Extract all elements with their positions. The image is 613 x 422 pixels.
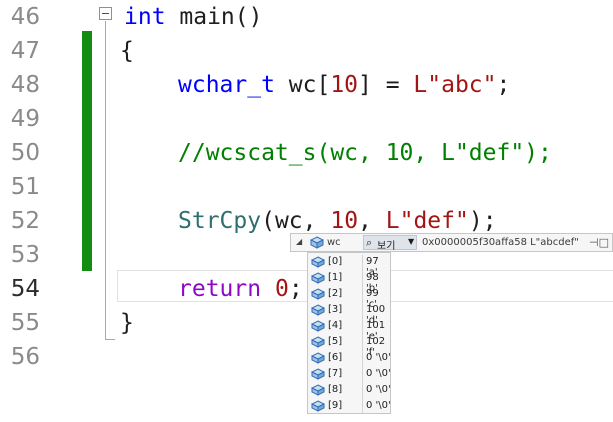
code-line[interactable]: 48 wchar_t wc[10] = L"abc"; <box>0 68 613 102</box>
item-index: [3] <box>328 304 343 315</box>
visualizer-button[interactable]: ⌕ 보기 ▼ <box>363 235 417 252</box>
code-token: ; <box>288 276 303 302</box>
item-index: [0] <box>328 256 343 267</box>
search-icon: ⌕ <box>366 236 373 249</box>
code-text[interactable]: wchar_t wc[10] = L"abc"; <box>178 68 510 102</box>
line-number: 48 <box>10 72 40 98</box>
item-index: [8] <box>328 384 343 395</box>
item-value[interactable]: 0 '\0' <box>366 352 391 363</box>
variable-icon <box>310 236 324 249</box>
datatip-header[interactable]: ◢ wc ⌕ 보기 ▼ 0x0000005f30affa58 L"abcdef"… <box>290 233 613 252</box>
variable-icon <box>311 288 325 300</box>
datatip-item[interactable]: [4] 101 'e' <box>308 318 392 342</box>
item-value[interactable]: 0 '\0' <box>366 400 391 411</box>
item-value[interactable]: 0 '\0' <box>366 384 391 395</box>
code-text[interactable]: //wcscat_s(wc, 10, L"def"); <box>178 136 552 170</box>
code-token: 10 <box>330 208 359 234</box>
variable-icon <box>311 336 325 348</box>
code-line[interactable]: 50 //wcscat_s(wc, 10, L"def"); <box>0 136 613 170</box>
datatip-item[interactable]: [7] 0 '\0' <box>308 366 392 382</box>
code-text[interactable]: return 0; <box>178 272 303 306</box>
code-token: ); <box>468 208 497 234</box>
code-token: StrCpy <box>178 208 262 234</box>
code-token: , <box>358 208 386 234</box>
item-index: [6] <box>328 352 343 363</box>
line-number: 52 <box>10 208 40 234</box>
line-number: 50 <box>10 140 40 166</box>
code-token: 10 <box>330 72 359 98</box>
line-number: 47 <box>10 38 40 64</box>
code-token: wc[ <box>274 72 331 98</box>
line-number: 51 <box>10 174 40 200</box>
code-token: return <box>178 276 262 302</box>
code-token: L"def" <box>385 208 469 234</box>
code-line[interactable]: 46 int main() <box>0 0 613 34</box>
code-token: //wcscat_s(wc, 10, L"def"); <box>178 140 552 166</box>
collapse-expander-icon[interactable]: ◢ <box>296 237 302 246</box>
variable-icon <box>311 352 325 364</box>
code-text[interactable]: } <box>120 306 134 340</box>
line-number: 49 <box>10 106 40 132</box>
code-token: (wc, <box>261 208 331 234</box>
code-line[interactable]: 51 <box>0 170 613 204</box>
variable-value[interactable]: 0x0000005f30affa58 L"abcdef" <box>422 237 579 248</box>
code-text[interactable]: { <box>120 34 134 68</box>
variable-icon <box>311 256 325 268</box>
line-number: 54 <box>10 276 40 302</box>
datatip-item[interactable]: [6] 0 '\0' <box>308 350 392 366</box>
datatip-item[interactable]: [9] 0 '\0' <box>308 398 392 414</box>
line-number: 55 <box>10 310 40 336</box>
code-token: main() <box>165 4 263 30</box>
chevron-down-icon[interactable]: ▼ <box>408 237 414 246</box>
line-number: 56 <box>10 344 40 370</box>
item-index: [5] <box>328 336 343 347</box>
code-token: ; <box>496 72 511 98</box>
item-value[interactable]: 0 '\0' <box>366 368 391 379</box>
code-token: int <box>124 4 166 30</box>
datatip-item[interactable]: [2] 99 'c' <box>308 286 392 310</box>
variable-icon <box>311 304 325 316</box>
code-token: 0 <box>274 276 289 302</box>
visualizer-label: 보기 <box>377 241 396 252</box>
variable-icon <box>311 384 325 396</box>
code-token: wchar_t <box>178 72 275 98</box>
item-index: [4] <box>328 320 343 331</box>
code-token: L"abc" <box>413 72 497 98</box>
code-token: } <box>120 310 134 336</box>
datatip-item[interactable]: [8] 0 '\0' <box>308 382 392 398</box>
code-text[interactable]: int main() <box>124 0 262 34</box>
datatip-item[interactable]: [0] 97 'a' <box>308 254 392 278</box>
line-number: 46 <box>10 4 40 30</box>
variable-icon <box>311 320 325 332</box>
datatip-children[interactable]: [0] 97 'a' [1] 98 'b' [2] 99 'c' [3] 100 'd' [4]… <box>307 252 391 414</box>
item-index: [9] <box>328 400 343 411</box>
item-index: [7] <box>328 368 343 379</box>
line-number: 53 <box>10 242 40 268</box>
code-line[interactable]: 47 { <box>0 34 613 68</box>
code-token: ] = <box>358 72 414 98</box>
datatip-item[interactable]: [1] 98 'b' <box>308 270 392 294</box>
variable-icon <box>311 400 325 412</box>
datatip-item[interactable]: [5] 102 'f' <box>308 334 392 358</box>
item-index: [2] <box>328 288 343 299</box>
variable-icon <box>311 272 325 284</box>
code-line[interactable]: 49 <box>0 102 613 136</box>
code-token: { <box>120 38 134 64</box>
pin-icon[interactable]: ⊣□ <box>589 236 609 249</box>
variable-name: wc <box>327 237 341 248</box>
datatip-item[interactable]: [3] 100 'd' <box>308 302 392 326</box>
variable-icon <box>311 368 325 380</box>
item-index: [1] <box>328 272 343 283</box>
